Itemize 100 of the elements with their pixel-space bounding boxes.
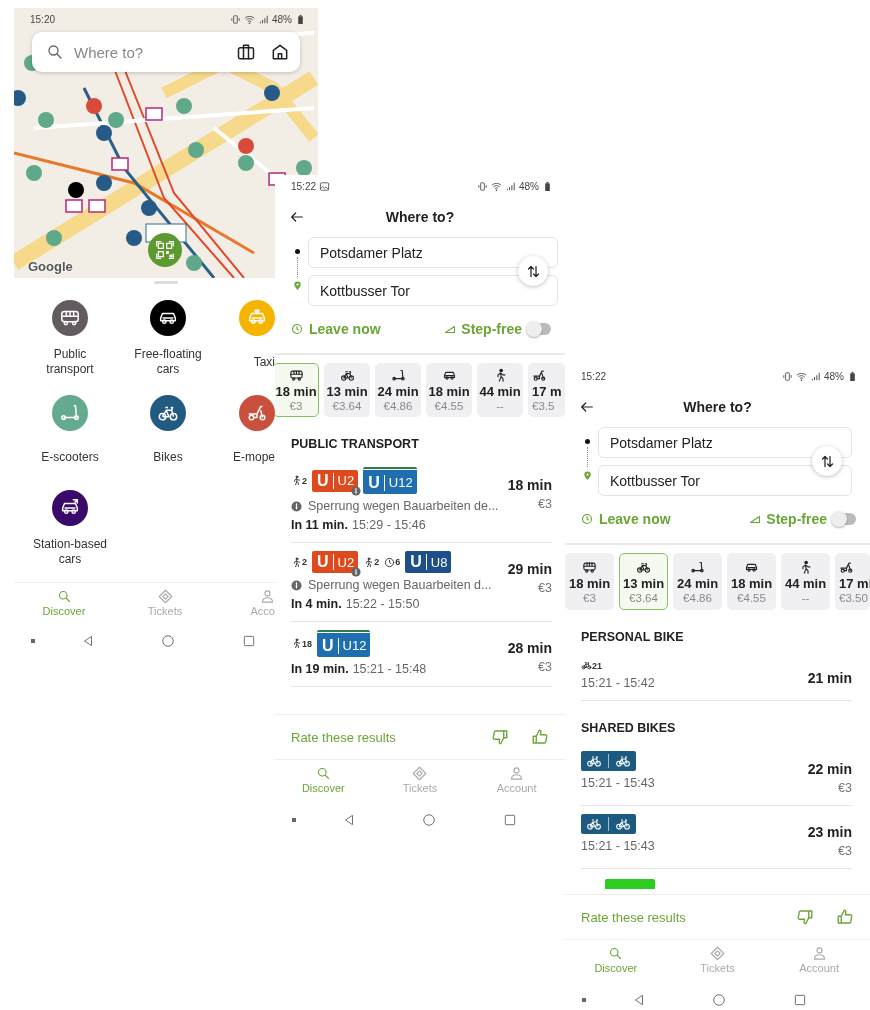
trip-duration: 21 min: [807, 670, 852, 686]
status-time: 15:20: [30, 13, 56, 25]
mode-tab[interactable]: 24 min €4.86: [375, 363, 421, 417]
origin-field[interactable]: Potsdamer Platz: [598, 427, 852, 458]
disruption-notice: Sperrung wegen Bauarbeiten d...: [308, 578, 492, 592]
recents-icon[interactable]: [242, 634, 256, 648]
category-button[interactable]: Taxi: [210, 300, 275, 378]
category-button[interactable]: Public transport: [14, 300, 126, 378]
mode-tab[interactable]: 18 min €3: [275, 363, 319, 417]
step-free-label: Step-free: [766, 511, 827, 527]
walking-person-icon: [291, 556, 302, 568]
trip-price: €3: [538, 497, 552, 511]
mode-tab[interactable]: 18 min €4.55: [727, 553, 776, 610]
route-option[interactable]: 15:21 - 15:43 23 min €3: [581, 806, 852, 869]
departure-countdown: In 11 min.: [291, 518, 348, 532]
battery-icon: [847, 370, 858, 382]
briefcase-icon[interactable]: [236, 42, 256, 62]
thumbs-up-icon[interactable]: [531, 728, 549, 746]
category-button[interactable]: Free-floating cars: [126, 300, 210, 378]
origin-dot-icon: [585, 439, 590, 444]
time-range: 15:21 - 15:42: [581, 676, 655, 690]
walking-person-icon: [291, 475, 302, 486]
category-button[interactable]: E-mope: [210, 395, 275, 473]
step-free-label: Step-free: [461, 321, 522, 337]
home-circle-icon[interactable]: [161, 634, 175, 648]
clock-icon: [384, 556, 396, 568]
back-icon[interactable]: [342, 813, 356, 827]
ride-duration: 21: [592, 660, 602, 671]
time-range: 15:21 - 15:43: [581, 776, 655, 790]
trip-price: €3: [538, 660, 552, 674]
category-button[interactable]: Bikes: [126, 395, 210, 473]
mode-tab[interactable]: 44 min --: [477, 363, 523, 417]
location-pin-icon: [582, 470, 593, 481]
mode-tab[interactable]: 13 min €3.64: [324, 363, 370, 417]
route-option[interactable]: 18 U U12 In 19 min. 15:21 - 15:48 28 min €3: [291, 622, 552, 687]
bicycle-icon: [581, 660, 592, 671]
moped-icon: [839, 559, 854, 575]
wifi-icon: [796, 370, 807, 382]
moped-icon: [532, 368, 547, 383]
step-free-toggle[interactable]: [527, 323, 551, 335]
destination-field[interactable]: Kottbusser Tor: [308, 275, 558, 306]
home-circle-icon[interactable]: [422, 813, 436, 827]
origin-field[interactable]: Potsdamer Platz: [308, 237, 558, 268]
search-field[interactable]: Where to?: [32, 32, 300, 72]
bicycle-icon: [339, 368, 355, 383]
route-option[interactable]: 2 U U2 U U12 Sperrung wegen Bauarbeiten de... In 11 min. 15:29 - 15:46 18 min €3: [291, 459, 552, 543]
walking-person-icon: [291, 638, 302, 649]
time-range: 15:21 - 15:43: [581, 839, 655, 853]
back-arrow-icon[interactable]: [579, 399, 595, 415]
wait-duration: 6: [395, 557, 401, 567]
departure-countdown: In 19 min.: [291, 662, 349, 676]
thumbs-down-icon[interactable]: [491, 728, 509, 746]
vibrate-icon: [230, 13, 241, 25]
route-option[interactable]: 2 U U2 2 6 U U8 Sperrung wegen Bauarbeiten d... In 4 min. 15:22 - 15:50 29 min €3: [291, 543, 552, 622]
swap-arrows-icon: [819, 453, 835, 469]
destination-field[interactable]: Kottbusser Tor: [598, 465, 852, 496]
person-icon: [811, 946, 827, 961]
vibrate-icon: [782, 370, 793, 382]
thumbs-up-icon[interactable]: [836, 908, 854, 926]
vibrate-icon: [477, 180, 488, 192]
mode-tab[interactable]: 44 min --: [781, 553, 830, 610]
person-icon: [260, 589, 275, 604]
screen-title: Where to?: [385, 209, 455, 225]
battery-level: 48%: [272, 13, 292, 25]
mode-tab[interactable]: 18 min €4.55: [426, 363, 472, 417]
route-option[interactable]: 21 15:21 - 15:42 21 min: [581, 652, 852, 701]
home-circle-icon[interactable]: [712, 993, 726, 1007]
walk-duration: 2: [302, 475, 307, 486]
search-icon: [46, 43, 64, 61]
mode-tab[interactable]: 18 min €3: [565, 553, 614, 610]
back-icon[interactable]: [81, 634, 95, 648]
category-button[interactable]: E-scooters: [14, 395, 126, 473]
search-input[interactable]: Where to?: [72, 42, 222, 62]
time-range: 15:22 - 15:50: [345, 597, 420, 611]
section-heading: PERSONAL BIKE: [581, 630, 685, 644]
ramp-icon: [749, 513, 762, 525]
mode-tab[interactable]: 13 min €3.64: [619, 553, 668, 610]
scooter-icon: [690, 559, 705, 575]
recents-icon[interactable]: [503, 813, 517, 827]
trip-price: €3: [538, 581, 552, 595]
battery-icon: [295, 13, 306, 25]
mode-tab[interactable]: 24 min €4.86: [673, 553, 722, 610]
time-range: 15:21 - 15:48: [352, 662, 427, 676]
scooter-icon: [390, 368, 406, 383]
clock-icon: [291, 323, 303, 335]
ticket-icon: [412, 766, 428, 781]
back-icon[interactable]: [632, 993, 646, 1007]
back-arrow-icon[interactable]: [289, 209, 305, 225]
recents-icon[interactable]: [793, 993, 807, 1007]
mode-tab[interactable]: 17 m €3.5: [528, 363, 565, 417]
trip-duration: 18 min: [507, 477, 552, 493]
home-icon[interactable]: [270, 42, 290, 62]
bus-icon: [288, 368, 304, 383]
trip-duration: 29 min: [507, 561, 552, 577]
category-button[interactable]: Station-based cars: [14, 490, 126, 568]
trip-price: €3: [838, 844, 852, 858]
thumbs-down-icon[interactable]: [796, 908, 814, 926]
step-free-toggle[interactable]: [832, 513, 856, 525]
time-range: 15:29 - 15:46: [351, 518, 426, 532]
route-option[interactable]: 15:21 - 15:43 22 min €3: [581, 743, 852, 806]
